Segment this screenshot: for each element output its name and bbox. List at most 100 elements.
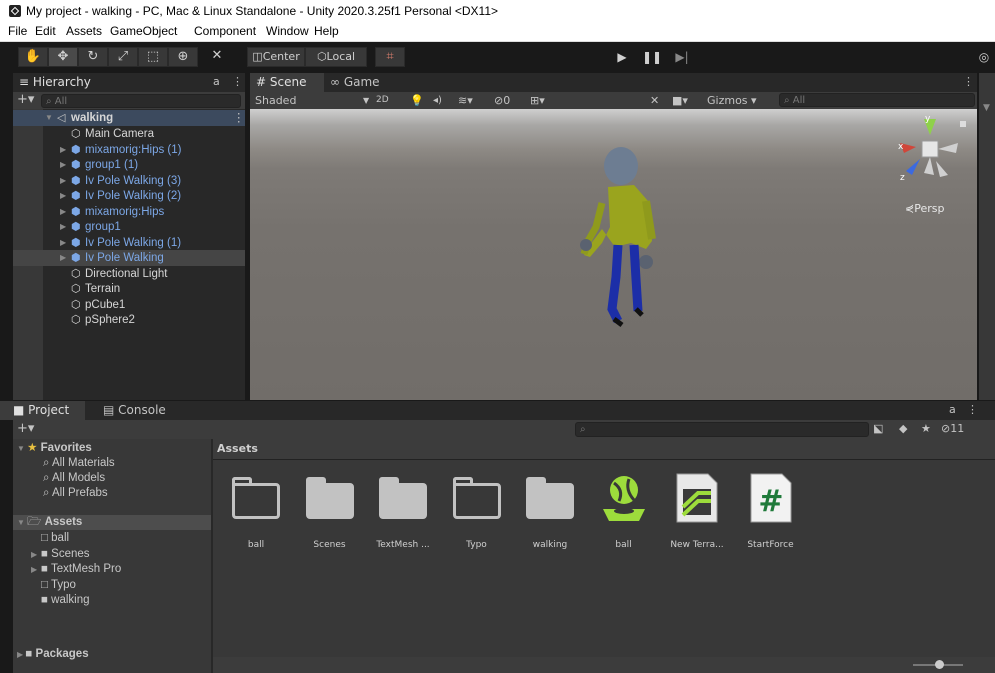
panel-menu-icon[interactable]: ⋮	[967, 403, 978, 416]
tools-toggle-icon[interactable]: ✕	[650, 92, 659, 109]
effects-dropdown-icon[interactable]: ≋▾	[458, 92, 473, 109]
custom-tool-icon[interactable]: ✕	[202, 47, 232, 67]
asset-item[interactable]: # StartForce	[736, 467, 806, 555]
hierarchy-item[interactable]: ⬡ Terrain	[13, 281, 245, 297]
hierarchy-item[interactable]: ▶ ⬢ Iv Pole Walking (3)	[13, 173, 245, 189]
asset-item[interactable]: Scenes	[295, 467, 365, 555]
tab-project[interactable]: ■ Project	[0, 401, 85, 420]
asset-folder-row[interactable]: ▶ ■ Scenes	[31, 547, 90, 562]
scene-viewport[interactable]: y x z ⋞Persp	[250, 109, 977, 400]
hierarchy-item[interactable]: ▶ ⬢ Iv Pole Walking (1)	[13, 235, 245, 251]
expand-arrow-icon[interactable]: ▶	[60, 250, 66, 266]
step-button[interactable]: ▶|	[670, 48, 694, 66]
menu-gameobject[interactable]: GameObject	[110, 22, 177, 41]
panel-menu-icon[interactable]: ⋮	[232, 75, 243, 88]
asset-folder-row[interactable]: ▶ ■ TextMesh Pro	[31, 562, 121, 577]
hidden-objects-toggle[interactable]: ⊘0	[494, 92, 510, 109]
transform-tool-icon[interactable]: ⊕	[168, 47, 198, 67]
asset-item[interactable]: ball	[589, 467, 659, 555]
scene-search-input[interactable]: ⌕ All	[779, 93, 975, 107]
character-model[interactable]	[250, 109, 977, 400]
expand-arrow-icon[interactable]: ▶	[31, 547, 41, 562]
lock-icon[interactable]: a	[213, 75, 220, 88]
expand-arrow-icon[interactable]: ▶	[60, 188, 66, 204]
asset-folder-row[interactable]: ■ walking	[31, 593, 90, 608]
hierarchy-item[interactable]: ⬡ pSphere2	[13, 312, 245, 328]
expand-arrow-icon[interactable]: ▶	[60, 142, 66, 158]
asset-item[interactable]: ball	[221, 467, 291, 555]
asset-item[interactable]: New Terra...	[662, 467, 732, 555]
favorites-row[interactable]: ▼ ★ Favorites	[17, 441, 92, 456]
breadcrumb[interactable]: Assets	[217, 442, 258, 455]
hierarchy-item[interactable]: ▶ ⬢ Iv Pole Walking (2)	[13, 188, 245, 204]
scene-root-row[interactable]: ▼ ◁ walking ⋮	[13, 110, 245, 126]
expand-arrow-icon[interactable]: ▶	[60, 157, 66, 173]
menu-edit[interactable]: Edit	[35, 22, 56, 41]
menu-file[interactable]: File	[8, 22, 27, 41]
expand-arrow-icon[interactable]: ▼	[17, 518, 27, 527]
menu-assets[interactable]: Assets	[66, 22, 102, 41]
hierarchy-item[interactable]: ▶ ⬢ group1 (1)	[13, 157, 245, 173]
hierarchy-search-input[interactable]: ⌕ All	[41, 94, 241, 108]
scene-menu-icon[interactable]: ⋮	[233, 110, 245, 126]
shading-mode-dropdown[interactable]: Shaded ▼	[255, 92, 373, 109]
hierarchy-item[interactable]: ▶ ⬢ mixamorig:Hips	[13, 204, 245, 220]
expand-arrow-icon[interactable]: ▶	[60, 173, 66, 189]
favorite-item[interactable]: ⌕ All Materials	[43, 456, 115, 471]
tab-console[interactable]: ▤ Console	[97, 401, 172, 420]
pause-button[interactable]: ❚❚	[640, 48, 664, 66]
asset-item[interactable]: walking	[515, 467, 585, 555]
asset-folder-row[interactable]: □ ball	[31, 531, 69, 546]
favorite-item[interactable]: ⌕ All Prefabs	[43, 486, 108, 501]
pivot-local-toggle[interactable]: ⬡Local	[305, 47, 367, 67]
inspector-collapse-icon[interactable]: ▼	[983, 103, 990, 113]
lighting-toggle-icon[interactable]: 💡	[410, 92, 424, 109]
menu-component[interactable]: Component	[194, 22, 256, 41]
expand-arrow-icon[interactable]: ▼	[17, 444, 27, 453]
create-dropdown-icon[interactable]: +▾	[17, 92, 34, 108]
grid-snap-icon[interactable]: ⌗	[375, 47, 405, 67]
asset-folder-row[interactable]: □ Typo	[31, 578, 76, 593]
hierarchy-item[interactable]: ▶ ⬢ group1	[13, 219, 245, 235]
perspective-toggle[interactable]: ⋞Persp	[905, 202, 944, 215]
expand-arrow-icon[interactable]: ▶	[60, 219, 66, 235]
collab-icon[interactable]: ◎	[974, 48, 994, 66]
assets-root-row[interactable]: ▼ 🗁 Assets	[13, 515, 211, 530]
hierarchy-item[interactable]: ⬡ Directional Light	[13, 266, 245, 282]
asset-item[interactable]: TextMesh ...	[368, 467, 438, 555]
expand-arrow-icon[interactable]: ▶	[60, 204, 66, 220]
scale-tool-icon[interactable]: ⤢	[108, 47, 138, 67]
gizmos-dropdown[interactable]: Gizmos ▾	[707, 92, 757, 109]
tab-scene[interactable]: # Scene	[250, 73, 324, 92]
hierarchy-item[interactable]: ⬡ pCube1	[13, 297, 245, 313]
tab-hierarchy[interactable]: ≡ Hierarchy	[13, 73, 97, 92]
scene-menu-icon[interactable]: ⋮	[963, 75, 974, 88]
lock-icon[interactable]: a	[949, 403, 956, 416]
favorite-item[interactable]: ⌕ All Models	[43, 471, 105, 486]
packages-row[interactable]: ▶ ■ Packages	[17, 647, 89, 662]
audio-toggle-icon[interactable]: ◂)	[433, 92, 442, 109]
create-dropdown-icon[interactable]: +▾	[17, 421, 34, 436]
play-button[interactable]: ▶	[610, 48, 634, 66]
project-search-input[interactable]: ⌕	[575, 422, 869, 437]
asset-item[interactable]: Typo	[442, 467, 512, 555]
hierarchy-item[interactable]: ⬡ Main Camera	[13, 126, 245, 142]
move-tool-icon[interactable]: ✥	[48, 47, 78, 67]
rotate-tool-icon[interactable]: ↻	[78, 47, 108, 67]
menu-help[interactable]: Help	[314, 22, 339, 41]
pivot-center-toggle[interactable]: ◫Center	[247, 47, 305, 67]
menu-window[interactable]: Window	[266, 22, 309, 41]
grid-toggle-icon[interactable]: ⊞▾	[530, 92, 545, 109]
slider-thumb[interactable]	[935, 660, 944, 669]
gizmo-lock-icon[interactable]	[960, 121, 966, 127]
filter-label-icon[interactable]: ◆	[899, 422, 907, 435]
camera-dropdown-icon[interactable]: ■▾	[672, 92, 688, 109]
tab-game[interactable]: ∞ Game	[324, 73, 386, 92]
filter-type-icon[interactable]: ⬕	[873, 422, 883, 435]
hand-tool-icon[interactable]: ✋	[18, 47, 48, 67]
2d-toggle[interactable]: 2D	[376, 92, 389, 109]
hierarchy-item[interactable]: ▶ ⬢ Iv Pole Walking	[13, 250, 245, 266]
favorite-star-icon[interactable]: ★	[921, 422, 931, 435]
expand-arrow-icon[interactable]: ▶	[31, 562, 41, 577]
hierarchy-item[interactable]: ▶ ⬢ mixamorig:Hips (1)	[13, 142, 245, 158]
